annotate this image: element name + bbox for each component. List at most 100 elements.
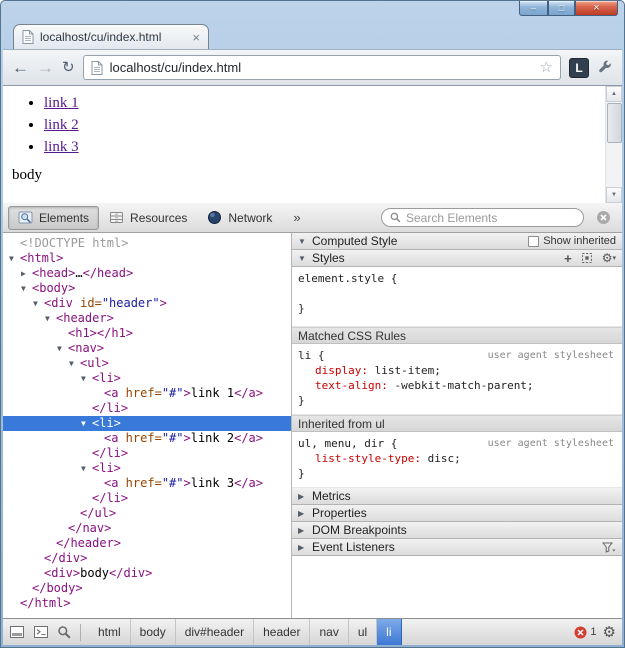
expander-right-icon[interactable]: ▶ <box>21 266 32 281</box>
error-count[interactable]: 1 <box>574 626 597 639</box>
dom-tree-row[interactable]: </li> <box>3 491 291 506</box>
dom-tree-row[interactable]: <h1></h1> <box>3 326 291 341</box>
element-style-block[interactable]: element.style { } <box>292 267 622 327</box>
expander-down-icon[interactable]: ▼ <box>81 461 92 476</box>
minimize-button[interactable]: – <box>519 1 548 16</box>
dom-tree-row[interactable]: ▼ <div id="header"> <box>3 296 291 311</box>
panel-tab-network[interactable]: Network <box>197 206 282 230</box>
element-state-icon[interactable] <box>581 252 593 264</box>
styles-subsection-header[interactable]: Inherited from ul <box>292 415 622 432</box>
expander-down-icon[interactable]: ▼ <box>9 251 20 266</box>
forward-button[interactable]: → <box>37 59 54 76</box>
dom-tree-row[interactable]: </div> <box>3 551 291 566</box>
dom-tree-row[interactable]: ▼ <body> <box>3 281 291 296</box>
window-titlebar[interactable]: – □ × <box>3 1 622 22</box>
page-link[interactable]: link 3 <box>44 139 79 155</box>
pane-header-dom-breakpoints[interactable]: ▶ DOM Breakpoints <box>292 522 622 539</box>
scroll-down-icon[interactable]: ▼ <box>606 187 622 203</box>
page-link[interactable]: link 1 <box>44 95 79 111</box>
styles-header[interactable]: ▼ Styles + ⚙▾ <box>292 250 622 267</box>
css-rule[interactable]: li {user agent stylesheet display: list-i… <box>292 344 622 415</box>
dom-tree-row[interactable]: </body> <box>3 581 291 596</box>
inspect-element-icon[interactable] <box>57 625 72 640</box>
dom-tree-row[interactable]: ▼ <li> <box>3 371 291 386</box>
css-property[interactable]: text-align: -webkit-match-parent; <box>298 378 616 393</box>
breadcrumb-item-li[interactable]: li <box>377 619 402 645</box>
browser-tab[interactable]: localhost/cu/index.html × <box>13 24 209 49</box>
expander-down-icon[interactable]: ▼ <box>298 237 308 246</box>
dom-tree-row[interactable]: </ul> <box>3 506 291 521</box>
dom-tree-row[interactable]: </html> <box>3 596 291 611</box>
panel-tab-resources[interactable]: Resources <box>99 206 197 230</box>
element-style-empty-line[interactable] <box>298 286 616 301</box>
url-text[interactable]: localhost/cu/index.html <box>110 60 533 75</box>
code-tag: <a <box>104 386 119 400</box>
dom-tree-row[interactable]: ▼ <ul> <box>3 356 291 371</box>
dom-tree-row[interactable]: <a href="#">link 2</a> <box>3 431 291 446</box>
new-style-rule-icon[interactable]: + <box>564 252 572 265</box>
breadcrumb-item-body[interactable]: body <box>131 619 176 645</box>
close-button[interactable]: × <box>575 1 618 16</box>
settings-gear-icon[interactable]: ⚙ <box>603 625 616 640</box>
css-property[interactable]: list-style-type: disc; <box>298 451 616 466</box>
page-scrollbar[interactable]: ▲ ▼ <box>605 86 622 203</box>
breadcrumb-item-header[interactable]: header <box>254 619 311 645</box>
tab-close-icon[interactable]: × <box>192 31 200 44</box>
maximize-button[interactable]: □ <box>548 1 575 16</box>
pane-header-properties[interactable]: ▶ Properties <box>292 505 622 522</box>
search-input[interactable] <box>406 210 575 225</box>
scrollbar-thumb[interactable] <box>606 103 622 143</box>
dom-tree-row[interactable]: <!DOCTYPE html> <box>3 236 291 251</box>
dom-tree-row[interactable]: ▼ <header> <box>3 311 291 326</box>
expander-down-icon[interactable]: ▼ <box>298 254 308 263</box>
address-bar[interactable]: localhost/cu/index.html ☆ <box>82 55 561 80</box>
gear-icon[interactable]: ⚙▾ <box>602 252 616 264</box>
pane-header-metrics[interactable]: ▶ Metrics <box>292 488 622 505</box>
dock-side-icon[interactable] <box>9 625 25 639</box>
expander-down-icon[interactable]: ▼ <box>69 356 80 371</box>
styles-label: Styles <box>312 251 345 265</box>
devtools-close-icon[interactable] <box>596 210 611 225</box>
bookmark-star-icon[interactable]: ☆ <box>540 60 553 75</box>
scroll-up-icon[interactable]: ▲ <box>606 86 622 102</box>
dom-tree-row[interactable]: <a href="#">link 3</a> <box>3 476 291 491</box>
breadcrumb-item-html[interactable]: html <box>89 619 131 645</box>
dom-tree-row[interactable]: ▼ <nav> <box>3 341 291 356</box>
reload-button[interactable]: ↻ <box>62 60 75 75</box>
pane-header-event-listeners[interactable]: ▶ Event Listeners <box>292 539 622 556</box>
dom-tree-row[interactable]: ▼ <li> <box>3 461 291 476</box>
back-button[interactable]: ← <box>12 59 29 76</box>
dom-tree-row[interactable]: <a href="#">link 1</a> <box>3 386 291 401</box>
overflow-chevron[interactable]: » <box>285 210 308 225</box>
expander-down-icon[interactable]: ▼ <box>57 341 68 356</box>
dom-tree-row[interactable]: ▶ <head>…</head> <box>3 266 291 281</box>
show-inherited-checkbox[interactable]: Show inherited <box>528 235 616 247</box>
expander-down-icon[interactable]: ▼ <box>81 371 92 386</box>
dom-tree-row[interactable]: </li> <box>3 446 291 461</box>
expander-down-icon[interactable]: ▼ <box>45 311 56 326</box>
computed-style-header[interactable]: ▼ Computed Style Show inherited <box>292 233 622 250</box>
page-link[interactable]: link 2 <box>44 117 79 133</box>
css-property[interactable]: display: list-item; <box>298 363 616 378</box>
dom-tree-row[interactable]: </li> <box>3 401 291 416</box>
wrench-menu-icon[interactable] <box>597 60 613 76</box>
devtools-search[interactable] <box>381 208 584 227</box>
dom-tree-row[interactable]: </header> <box>3 536 291 551</box>
dom-tree-row[interactable]: <div>body</div> <box>3 566 291 581</box>
styles-subsection-header[interactable]: Matched CSS Rules <box>292 327 622 344</box>
console-toggle-icon[interactable] <box>33 625 49 639</box>
extension-button[interactable]: L <box>569 57 589 78</box>
filter-icon[interactable] <box>602 542 616 553</box>
breadcrumb-item-nav[interactable]: nav <box>310 619 349 645</box>
panel-tab-elements[interactable]: Elements <box>8 205 100 230</box>
dom-tree-row[interactable]: ▼ <li> <box>3 416 291 431</box>
breadcrumb-item-ul[interactable]: ul <box>349 619 378 645</box>
expander-down-icon[interactable]: ▼ <box>81 416 92 431</box>
breadcrumb-item-div-header[interactable]: div#header <box>176 619 255 645</box>
checkbox-icon[interactable] <box>528 235 540 247</box>
css-rule[interactable]: ul, menu, dir {user agent stylesheet list… <box>292 432 622 488</box>
expander-down-icon[interactable]: ▼ <box>21 281 32 296</box>
dom-tree-row[interactable]: ▼ <html> <box>3 251 291 266</box>
dom-tree-row[interactable]: </nav> <box>3 521 291 536</box>
expander-down-icon[interactable]: ▼ <box>33 296 44 311</box>
